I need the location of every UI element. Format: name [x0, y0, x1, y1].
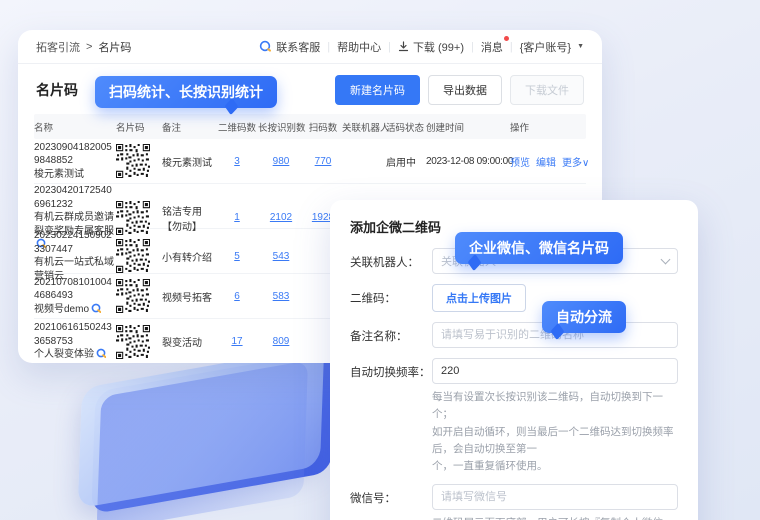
divider: | — [471, 41, 474, 53]
card-id: 202302241509023307447 — [34, 230, 112, 255]
press-count-link[interactable]: 2102 — [258, 212, 304, 223]
col-header-created: 创建时间 — [426, 120, 508, 134]
qr-count-link[interactable]: 6 — [218, 291, 256, 302]
qr-count-link[interactable]: 5 — [218, 251, 256, 262]
breadcrumb: 拓客引流 > 名片码 — [36, 39, 131, 55]
notification-dot — [504, 36, 509, 41]
qr-count-link[interactable]: 1 — [218, 212, 256, 223]
brand-logo-icon — [96, 348, 106, 358]
qr-count-link[interactable]: 17 — [218, 336, 256, 347]
col-header-qr: 名片码 — [116, 120, 160, 134]
download-icon — [398, 41, 409, 52]
more-link[interactable]: 更多∨ — [562, 154, 589, 169]
scan-count-link[interactable]: 770 — [306, 156, 340, 167]
card-id: 202304201725406961232 — [34, 185, 112, 210]
auto-split-callout: 自动分流 — [542, 301, 626, 333]
frequency-field-label: 自动切换频率： — [350, 358, 432, 476]
create-card-button[interactable]: 新建名片码 — [335, 75, 420, 105]
help-center-link[interactable]: 帮助中心 — [337, 39, 381, 55]
col-header-qrcount: 二维码数 — [218, 120, 256, 134]
messages-link[interactable]: 消息 — [481, 39, 503, 55]
status-cell: 启用中 — [386, 154, 424, 169]
chevron-down-icon — [661, 254, 671, 264]
download-link[interactable]: 下载 (99+) — [398, 39, 464, 55]
qrcode-field-label: 二维码： — [350, 284, 432, 312]
col-header-robot: 关联机器人 — [342, 120, 384, 134]
switch-frequency-input[interactable] — [432, 358, 678, 384]
created-cell: 2023-12-08 09:00:00 — [426, 156, 508, 167]
table-header-row: 名称 名片码 备注 二维码数 长按识别数 扫码数 关联机器人 活码状态 创建时间… — [34, 114, 586, 139]
qr-code-image — [116, 201, 150, 235]
page-title: 名片码 — [36, 80, 78, 100]
wechat-field-label: 微信号： — [350, 484, 432, 520]
qr-code-image — [116, 325, 150, 359]
card-id: 202107081010044686493 — [34, 277, 112, 302]
col-header-press: 长按识别数 — [258, 120, 304, 134]
frequency-help-text: 每当有设置次长按识别该二维码，自动切换到下一个； 如开启自动循环，则当最后一个二… — [432, 389, 678, 476]
qr-code-image — [116, 279, 150, 313]
card-id: 202106161502433658753 — [34, 322, 112, 347]
note-cell: 视频号拓客 — [162, 289, 216, 304]
note-cell: 铭洁专用【勿动】 — [162, 203, 216, 233]
card-id: 202309041820059848852 — [34, 142, 112, 167]
qr-count-link[interactable]: 3 — [218, 156, 256, 167]
robot-field-label: 关联机器人： — [350, 248, 432, 274]
note-cell: 小有转介绍 — [162, 249, 216, 264]
account-menu[interactable]: {客户账号} ▼ — [520, 39, 584, 55]
breadcrumb-current: 名片码 — [98, 39, 131, 55]
preview-link[interactable]: 预览 — [510, 154, 530, 169]
top-bar: 拓客引流 > 名片码 联系客服 | 帮助中心 | — [18, 30, 602, 64]
wechat-id-input[interactable] — [432, 484, 678, 510]
divider: | — [327, 41, 330, 53]
top-links: 联系客服 | 帮助中心 | 下载 (99+) | 消息 | — [259, 39, 584, 55]
note-cell: 裂变活动 — [162, 334, 216, 349]
qr-code-image — [116, 144, 150, 178]
col-header-actions: 操作 — [510, 120, 586, 134]
contact-support-link[interactable]: 联系客服 — [259, 39, 320, 55]
card-name: 个人裂变体验 — [34, 349, 94, 360]
breadcrumb-root[interactable]: 拓客引流 — [36, 39, 80, 55]
note-field-label: 备注名称： — [350, 322, 432, 348]
chevron-down-icon: ▼ — [577, 43, 584, 50]
upload-image-button[interactable]: 点击上传图片 — [432, 284, 526, 312]
col-header-scan: 扫码数 — [306, 120, 340, 134]
press-count-link[interactable]: 543 — [258, 251, 304, 262]
brand-logo-icon — [91, 303, 101, 313]
card-name: 梭元素测试 — [34, 169, 84, 180]
col-header-note: 备注 — [162, 120, 216, 134]
col-header-status: 活码状态 — [386, 120, 424, 134]
download-file-button: 下载文件 — [510, 75, 584, 105]
page: 拓客引流 > 名片码 联系客服 | 帮助中心 | — [0, 0, 760, 520]
breadcrumb-separator: > — [86, 41, 92, 53]
divider: | — [510, 41, 513, 53]
wechat-help-text: 二维码展示页面底部，用户可长按『复制个人微信号』，添加客服为好友； 关联机器人使… — [432, 515, 678, 520]
export-data-button[interactable]: 导出数据 — [428, 75, 502, 105]
edit-link[interactable]: 编辑 — [536, 154, 556, 169]
qr-code-image — [116, 239, 150, 273]
table-row: 202309041820059848852 梭元素测试 梭元素测试 3 980 7… — [34, 139, 586, 184]
divider: | — [388, 41, 391, 53]
col-header-name: 名称 — [34, 120, 114, 134]
press-count-link[interactable]: 809 — [258, 336, 304, 347]
note-cell: 梭元素测试 — [162, 154, 216, 169]
wechat-card-callout: 企业微信、微信名片码 — [455, 232, 623, 264]
card-name: 视频号demo — [34, 304, 89, 315]
stats-callout: 扫码统计、长按识别统计 — [95, 76, 277, 108]
press-count-link[interactable]: 980 — [258, 156, 304, 167]
decorative-tablet — [78, 345, 324, 508]
chat-icon — [259, 40, 272, 53]
press-count-link[interactable]: 583 — [258, 291, 304, 302]
